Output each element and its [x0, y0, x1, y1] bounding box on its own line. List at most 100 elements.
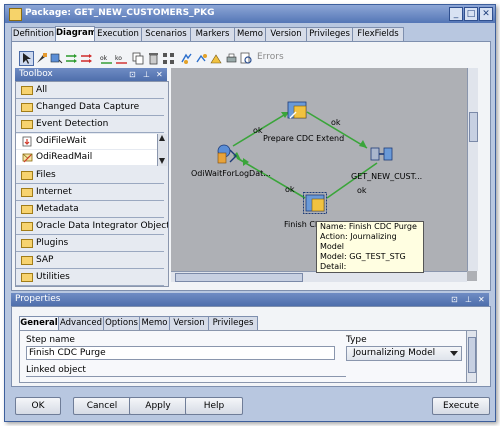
pin-icon[interactable]: ⊥	[143, 68, 150, 81]
tab-memo[interactable]: Memo	[234, 27, 266, 41]
toolbox-item-label: Internet	[36, 187, 72, 197]
chevron-down-icon[interactable]	[449, 348, 459, 358]
duplicate-icon[interactable]	[131, 51, 146, 66]
toolbox-tool-odifilewait[interactable]: OdiFileWait	[16, 134, 164, 149]
next-ok-icon[interactable]	[64, 51, 79, 66]
canvas-vertical-scrollbar[interactable]	[467, 68, 478, 271]
help-button[interactable]: Help	[185, 397, 243, 415]
tab-flexfields[interactable]: FlexFields	[352, 27, 404, 41]
toolbox-item-label: Changed Data Capture	[36, 102, 140, 112]
properties-scrollbar[interactable]	[466, 331, 476, 382]
toolbox-tool-odireadmail[interactable]: OdiReadMail	[16, 150, 164, 165]
tab-execution[interactable]: Execution	[94, 27, 142, 41]
toolbox-item-label: Plugins	[36, 238, 69, 248]
general-tab-content: Step name Finish CDC Purge Type Journali…	[19, 330, 477, 383]
wait-for-log-data-icon[interactable]	[215, 144, 241, 166]
tab-version[interactable]: Version	[169, 316, 209, 330]
layout-icon[interactable]	[194, 51, 209, 66]
folder-open-icon	[21, 120, 33, 129]
scroll-thumb[interactable]	[175, 273, 303, 282]
interface-icon[interactable]	[370, 144, 394, 164]
package-icon	[9, 8, 22, 21]
ko-link-icon[interactable]: ko	[114, 51, 129, 66]
folder-icon	[21, 222, 33, 231]
execute-button[interactable]: Execute	[432, 397, 490, 415]
cancel-button[interactable]: Cancel	[73, 397, 131, 415]
toolbox-item-utilities[interactable]: Utilities	[16, 269, 164, 286]
free-choice-icon[interactable]	[34, 51, 49, 66]
first-step-icon[interactable]	[49, 51, 64, 66]
delete-icon[interactable]	[146, 51, 161, 66]
toolbox-list: All Changed Data Capture Event Detection…	[15, 81, 169, 287]
toolbox-item-all[interactable]: All	[16, 82, 164, 99]
close-icon[interactable]: ✕	[478, 293, 485, 306]
select-tool-icon[interactable]	[19, 51, 34, 66]
folder-icon	[21, 86, 33, 95]
toolbox-item-label: All	[36, 85, 48, 95]
journalizing-model-selected-icon[interactable]	[303, 192, 327, 214]
tab-scenarios[interactable]: Scenarios	[141, 27, 191, 41]
toolbox-item-label: SAP	[36, 255, 54, 265]
journalizing-model-icon[interactable]	[286, 100, 310, 122]
scroll-down-icon[interactable]	[159, 158, 165, 164]
pin-icon[interactable]: ⊥	[465, 293, 472, 306]
float-icon[interactable]: ⊡	[451, 293, 458, 306]
linked-object-label: Linked object	[26, 365, 86, 375]
toolbox-sub-scrollbar[interactable]	[157, 134, 167, 166]
node-label: OdiWaitForLogDat...	[191, 169, 271, 178]
tab-diagram[interactable]: Diagram	[55, 26, 97, 42]
toolbox-header: Toolbox ⊡ ⊥ ✕	[15, 68, 167, 81]
find-icon[interactable]	[239, 51, 254, 66]
toolbox-item-metadata[interactable]: Metadata	[16, 201, 164, 218]
toolbox-tool-label: OdiReadMail	[36, 152, 93, 162]
properties-header: Properties ⊡ ⊥ ✕	[11, 293, 489, 306]
maximize-button[interactable]: □	[464, 7, 478, 21]
window-title: Package: GET_NEW_CUSTOMERS_PKG	[25, 8, 215, 18]
tab-privileges[interactable]: Privileges	[208, 316, 258, 330]
scroll-up-icon[interactable]	[159, 135, 165, 141]
title-bar: Package: GET_NEW_CUSTOMERS_PKG _ □ ✕	[5, 5, 495, 23]
tab-memo[interactable]: Memo	[139, 316, 170, 330]
reorganize-icon[interactable]	[179, 51, 194, 66]
print-icon[interactable]	[224, 51, 239, 66]
tooltip-action: Action: Journalizing Model	[320, 232, 397, 251]
tab-advanced[interactable]: Advanced	[58, 316, 104, 330]
align-icon[interactable]	[209, 51, 224, 66]
toolbox-item-internet[interactable]: Internet	[16, 184, 164, 201]
step-tooltip: Name: Finish CDC Purge Action: Journaliz…	[316, 221, 424, 273]
tab-markers[interactable]: Markers	[190, 27, 235, 41]
toolbox-item-changed-data-capture[interactable]: Changed Data Capture	[16, 99, 164, 116]
next-ko-icon[interactable]	[79, 51, 94, 66]
toolbox-item-odi-objects[interactable]: Oracle Data Integrator Objects	[16, 218, 168, 235]
toolbox-item-label: Utilities	[36, 272, 70, 282]
toolbox-item-plugins[interactable]: Plugins	[16, 235, 164, 252]
tab-privileges[interactable]: Privileges	[306, 27, 353, 41]
scroll-thumb[interactable]	[469, 112, 478, 142]
tab-version[interactable]: Version	[265, 27, 307, 41]
close-icon[interactable]: ✕	[156, 68, 163, 81]
toolbox-item-event-detection[interactable]: Event Detection	[16, 116, 164, 133]
tab-options[interactable]: Options	[103, 316, 140, 330]
apply-button[interactable]: Apply	[129, 397, 187, 415]
type-select[interactable]: Journalizing Model	[346, 346, 462, 361]
folder-icon	[21, 171, 33, 180]
toolbox-item-files[interactable]: Files	[16, 167, 164, 184]
toolbox-item-sap[interactable]: SAP	[16, 252, 164, 269]
minimize-button[interactable]: _	[449, 7, 463, 21]
ok-button[interactable]: OK	[15, 397, 61, 415]
read-mail-icon	[22, 153, 33, 163]
close-button[interactable]: ✕	[479, 7, 493, 21]
editor-tabs: Definition Diagram Execution Scenarios M…	[11, 26, 491, 42]
tab-definition[interactable]: Definition	[11, 27, 56, 41]
file-wait-icon	[22, 136, 32, 147]
ok-link-icon[interactable]: ok	[99, 51, 114, 66]
link-label: ok	[285, 185, 295, 194]
step-name-input[interactable]: Finish CDC Purge	[26, 346, 335, 360]
arrange-icon[interactable]	[161, 51, 176, 66]
scroll-thumb[interactable]	[468, 337, 476, 373]
folder-icon	[21, 103, 33, 112]
float-icon[interactable]: ⊡	[129, 68, 136, 81]
toolbox-item-label: Metadata	[36, 204, 79, 214]
properties-title: Properties	[15, 294, 61, 304]
node-label: GET_NEW_CUST...	[351, 172, 423, 181]
